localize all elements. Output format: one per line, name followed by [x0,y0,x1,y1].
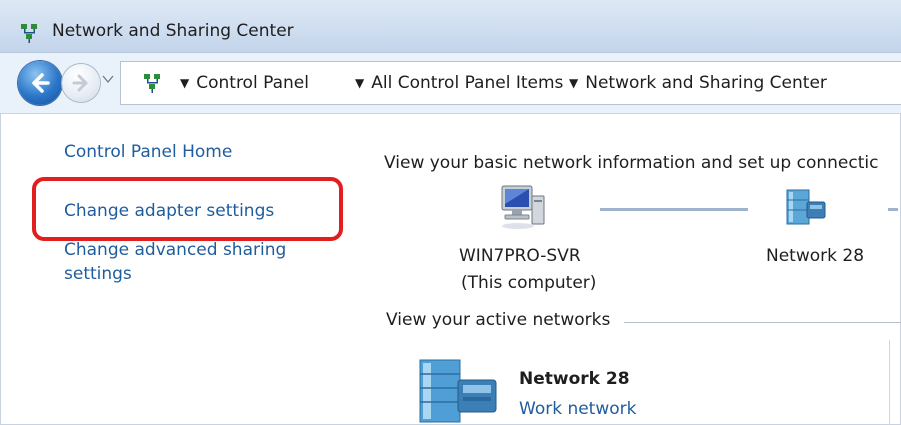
back-button[interactable] [18,61,62,105]
chevron-down-icon [102,75,114,84]
tasks-pane: Control Panel Home [0,114,360,425]
section-divider [624,322,901,323]
title-bar: Network and Sharing Center [0,0,901,53]
address-bar: ▼ Control Panel ▼ All Control Panel Items … [0,53,901,114]
back-arrow-icon [32,73,50,93]
network-icon [419,359,497,423]
chevron-down-icon[interactable]: ▼ [180,76,189,90]
change-advanced-sharing-link[interactable]: Change advanced sharing [64,240,286,260]
breadcrumb-control-panel[interactable]: ▼ Control Panel [180,73,309,93]
network-map-label: Network 28 [766,246,865,266]
forward-arrow-icon [72,74,88,92]
chevron-down-icon[interactable]: ▼ [355,76,364,90]
computer-icon[interactable] [496,182,550,232]
window-title: Network and Sharing Center [52,21,294,41]
network-icon[interactable] [781,184,831,230]
pane-divider [889,340,890,425]
network-type-link[interactable]: Work network [519,399,637,419]
this-computer-label: (This computer) [461,273,597,293]
breadcrumb[interactable]: ▼ Control Panel ▼ All Control Panel Items … [120,61,901,105]
breadcrumb-network-sharing[interactable]: ▼ Network and Sharing Center [569,73,827,93]
breadcrumb-all-items[interactable]: ▼ All Control Panel Items [355,73,563,93]
connection-line [600,208,748,211]
recent-pages-button[interactable] [101,72,115,86]
basic-info-heading: View your basic network information and … [384,153,879,173]
active-network-name: Network 28 [519,369,630,389]
control-panel-home-link[interactable]: Control Panel Home [64,142,232,162]
network-sharing-center-window: Network and Sharing Center ▼ Control Pan… [0,0,901,425]
change-advanced-sharing-link-continued[interactable]: settings [64,264,132,284]
active-networks-heading: View your active networks [386,310,611,330]
chevron-down-icon[interactable]: ▼ [569,76,578,90]
computer-name-label: WIN7PRO-SVR [459,246,581,266]
forward-button[interactable] [62,64,100,102]
network-icon [144,74,160,93]
network-icon [21,24,37,43]
connection-line [888,208,898,211]
highlight-annotation [32,177,343,241]
